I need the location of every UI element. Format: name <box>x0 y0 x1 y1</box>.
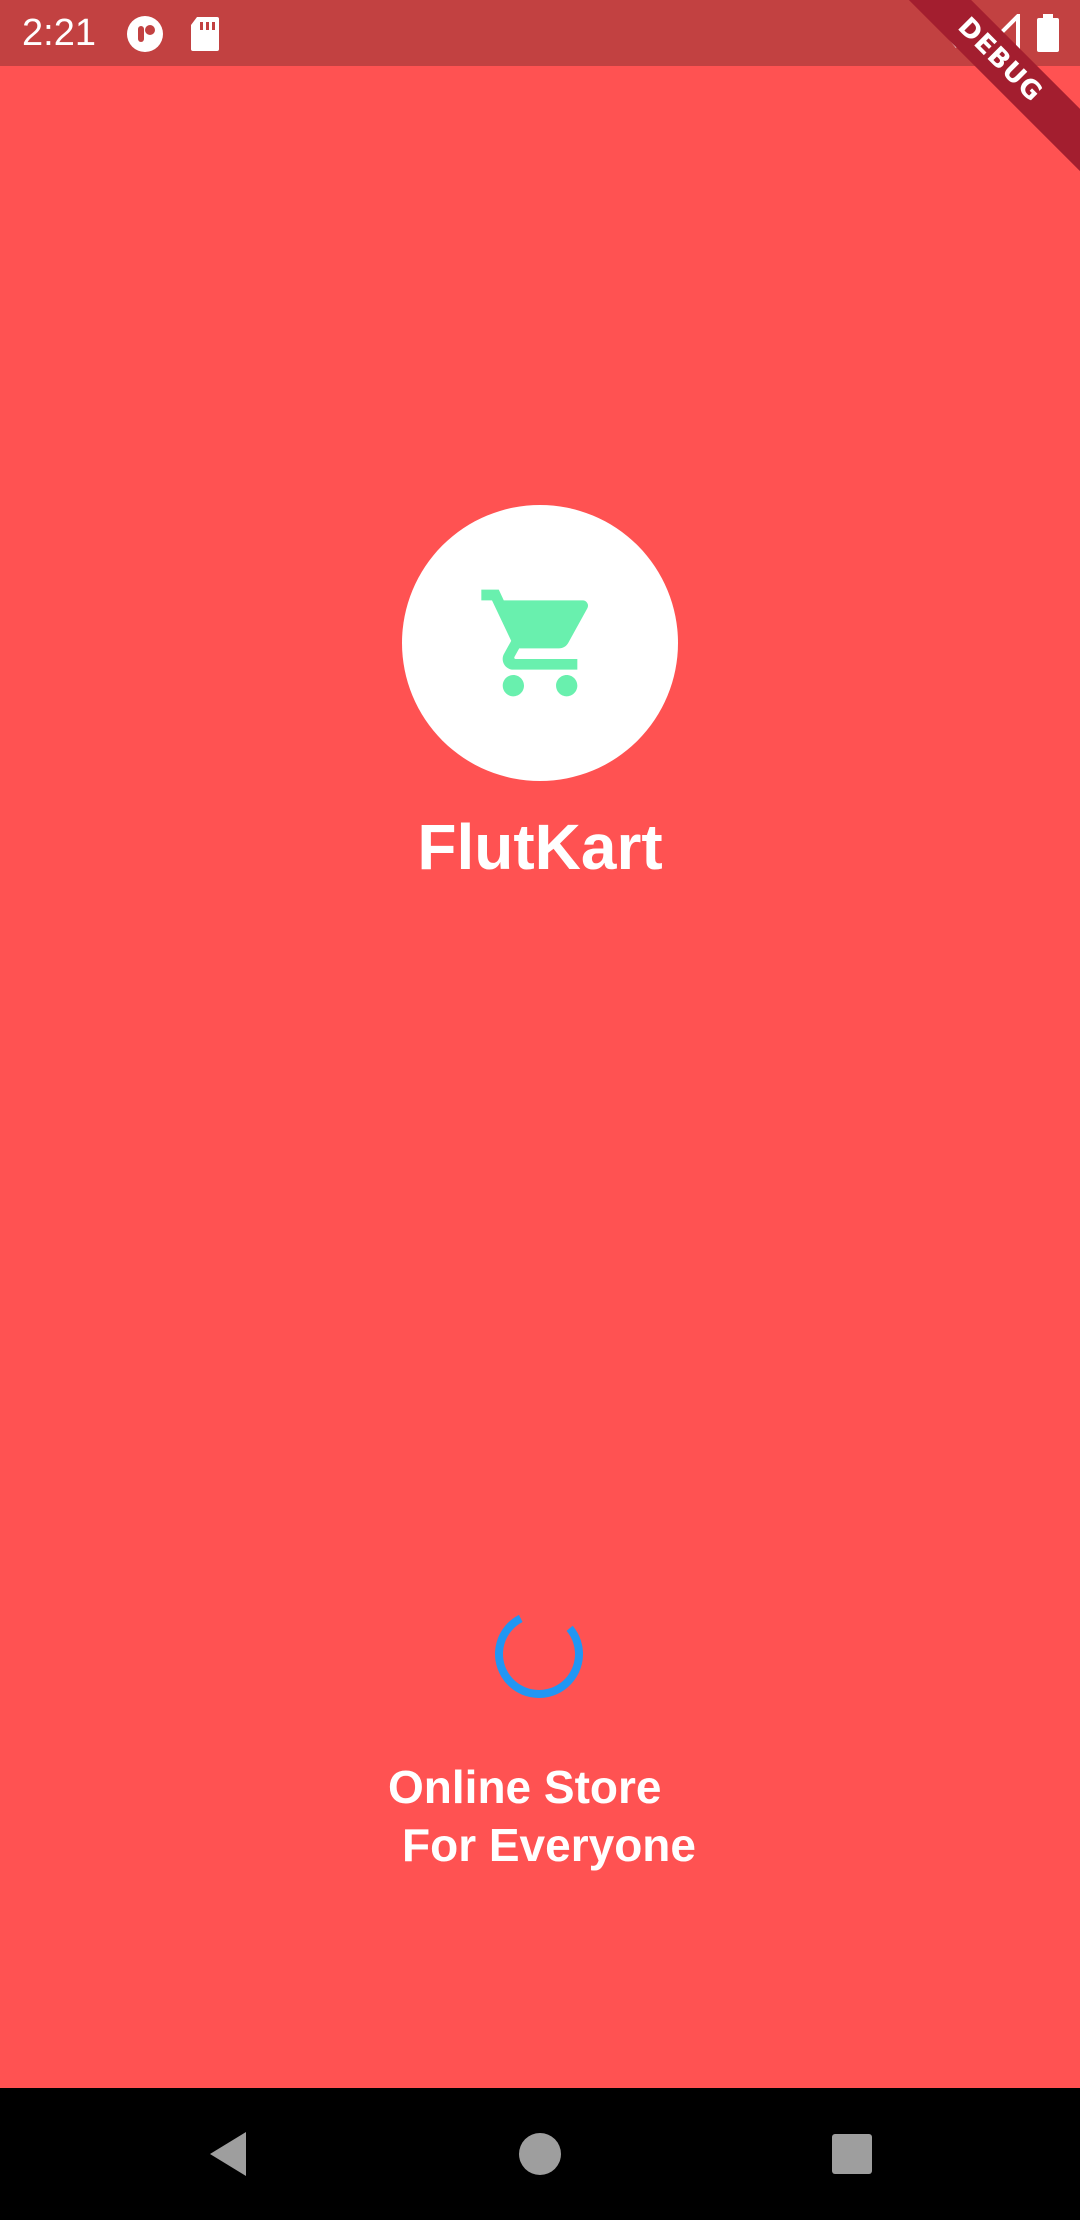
splash-screen: 2:21 DEBUG FlutKart Online Store For Eve… <box>0 0 1080 2220</box>
sd-card-icon <box>189 15 227 53</box>
home-icon[interactable] <box>514 2128 566 2180</box>
battery-icon <box>1036 14 1060 57</box>
app-notification-icon <box>126 15 164 53</box>
recents-icon[interactable] <box>826 2128 878 2180</box>
app-title: FlutKart <box>417 811 663 883</box>
back-icon[interactable] <box>204 2128 256 2180</box>
tagline-line2: For Everyone <box>402 1819 696 1871</box>
tagline: Online Store For Everyone <box>388 1758 728 1874</box>
tagline-line1: Online Store <box>388 1761 662 1813</box>
status-time: 2:21 <box>22 12 96 54</box>
loading-spinner <box>495 1614 583 1698</box>
navigation-bar <box>0 2088 1080 2220</box>
shopping-cart-icon <box>481 589 589 697</box>
app-logo <box>402 505 678 781</box>
